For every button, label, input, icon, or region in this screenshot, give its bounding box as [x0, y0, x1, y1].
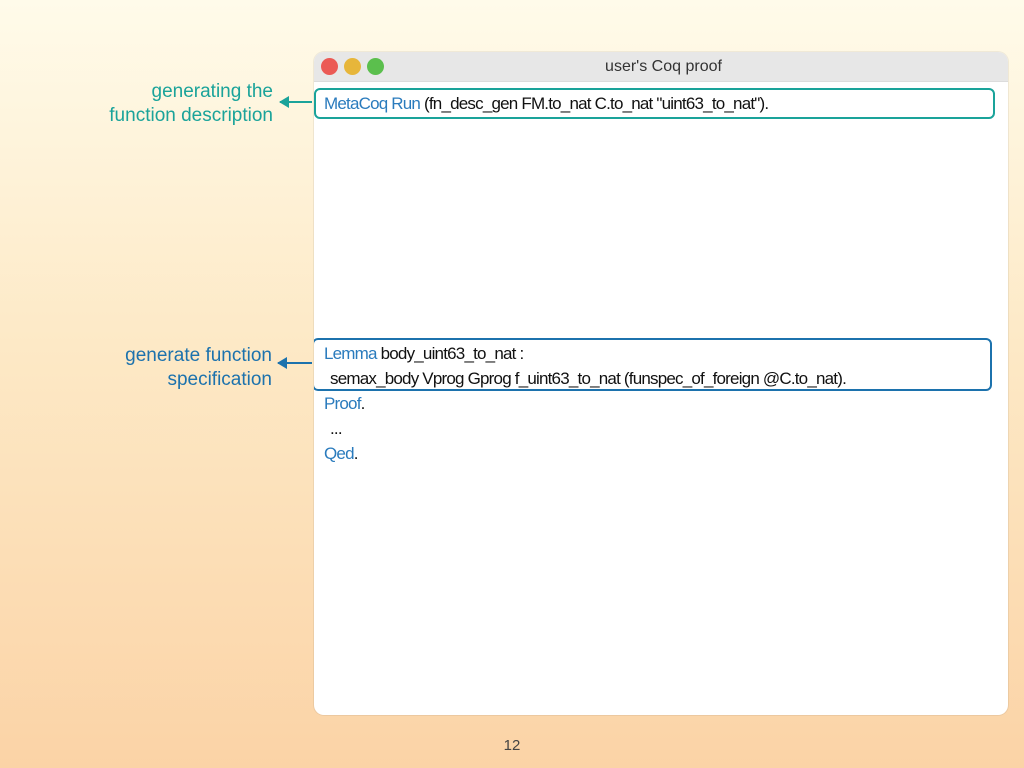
keyword-proof: Proof — [324, 394, 361, 413]
keyword-lemma: Lemma — [324, 344, 377, 363]
code-line-ellipsis: ... — [330, 419, 343, 438]
annotation-line: function description — [109, 105, 273, 126]
keyword-metacoq-run: MetaCoq Run — [324, 94, 421, 113]
code-text: body_uint63_to_nat : — [376, 344, 525, 363]
arrow-left-icon — [277, 357, 312, 369]
coq-proof-window: user's Coq proof MetaCoq Run (fn_desc_ge… — [314, 52, 1008, 715]
annotation-function-description: generating the function description — [53, 80, 273, 128]
code-text: . — [353, 444, 359, 463]
code-line-metacoq-run: MetaCoq Run (fn_desc_gen FM.to_nat C.to_… — [324, 92, 769, 116]
arrow-left-icon — [279, 96, 312, 108]
code-text: . — [360, 394, 366, 413]
annotation-function-specification: generate function specification — [52, 344, 272, 392]
window-title: user's Coq proof — [605, 58, 722, 75]
code-line-semax-body: semax_body Vprog Gprog f_uint63_to_nat (… — [330, 369, 847, 388]
keyword-qed: Qed — [324, 444, 355, 463]
code-line-proof: Proof. — [324, 392, 365, 416]
code-line-lemma: Lemma body_uint63_to_nat : — [324, 342, 525, 366]
page-number: 12 — [503, 737, 521, 754]
window-titlebar: user's Coq proof — [314, 52, 1008, 82]
code-text: (fn_desc_gen FM.to_nat C.to_nat "uint63_… — [420, 94, 769, 113]
annotation-line: specification — [167, 369, 272, 390]
annotation-line: generating the — [151, 81, 274, 102]
annotation-line: generate function — [125, 345, 272, 366]
code-line-qed: Qed. — [324, 442, 358, 466]
